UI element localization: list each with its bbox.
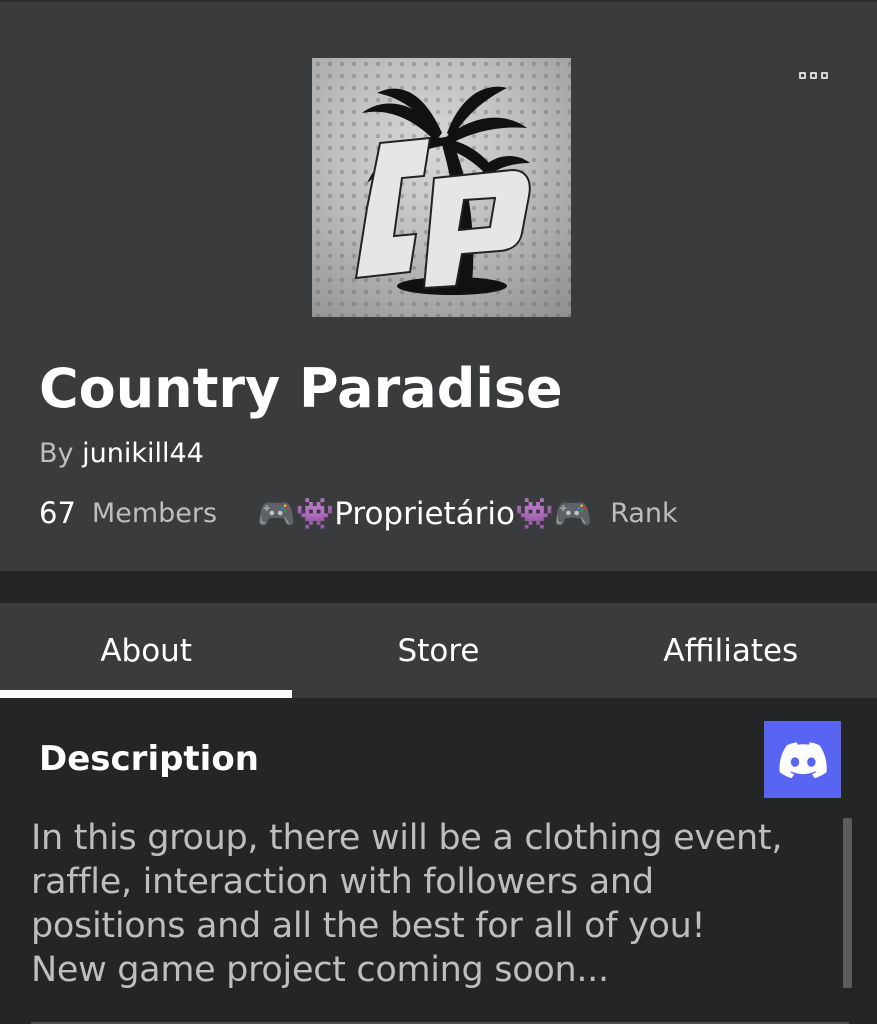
member-count: 67 (39, 496, 76, 530)
tab-store[interactable]: Store (292, 603, 584, 698)
tab-affiliates[interactable]: Affiliates (585, 603, 877, 698)
members-label: Members (91, 497, 218, 529)
owner-line: By junikill44 (39, 436, 204, 472)
discord-button[interactable] (764, 721, 841, 798)
more-options-button[interactable] (786, 64, 840, 86)
group-header: Country Paradise By junikill44 67 Member… (0, 0, 877, 571)
group-emblem (312, 58, 571, 317)
rank-label: Rank (610, 497, 678, 529)
tab-about[interactable]: About (0, 603, 293, 698)
by-label: By (39, 438, 74, 469)
description-scrollbar[interactable] (843, 818, 852, 988)
group-name: Country Paradise (39, 357, 563, 420)
group-tabs: About Store Affiliates (0, 603, 877, 698)
owner-link[interactable]: junikill44 (82, 438, 204, 469)
description-title: Description (39, 739, 259, 779)
group-description: In this group, there will be a clothing … (31, 818, 783, 990)
rank-value: 🎮👾Proprietário👾🎮 (257, 495, 593, 532)
group-page: Country Paradise By junikill44 67 Member… (0, 0, 877, 1024)
discord-icon (779, 741, 827, 778)
palm-tree-logo (354, 86, 531, 295)
about-panel: Description In this group, there will be… (0, 698, 877, 1024)
more-options-icon (798, 71, 806, 79)
group-stats: 67 Members 🎮👾Proprietário👾🎮 Rank (39, 492, 678, 534)
